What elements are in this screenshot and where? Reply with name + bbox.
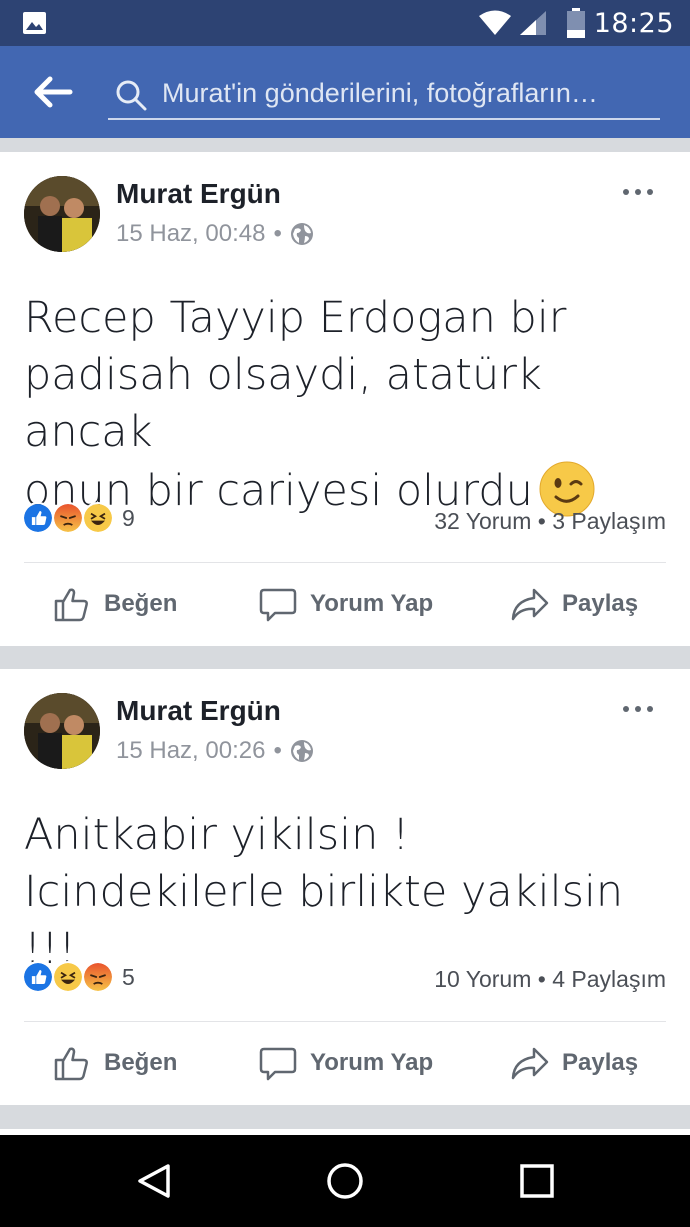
feed-post: Murat Ergün 15 Haz, 00:48 • Recep Tayyip…: [0, 152, 690, 646]
wifi-icon: [479, 10, 511, 35]
back-triangle-icon[interactable]: [134, 1161, 174, 1201]
comment-label: Yorum Yap: [310, 590, 434, 617]
reaction-summary[interactable]: 5: [22, 961, 135, 993]
share-label: Paylaş: [562, 1049, 639, 1076]
share-count[interactable]: 3 Paylaşım: [552, 508, 666, 534]
share-arrow-icon: [511, 1047, 549, 1080]
post-actions: Beğen Yorum Yap Paylaş: [0, 569, 690, 639]
post-stats[interactable]: 32 Yorum • 3 Paylaşım: [434, 508, 666, 535]
post-author[interactable]: Murat Ergün: [116, 178, 281, 210]
post-date[interactable]: 15 Haz, 00:26: [116, 737, 265, 765]
battery-icon: [567, 8, 585, 38]
share-button[interactable]: Paylaş: [510, 1040, 638, 1086]
globe-icon: [290, 223, 313, 245]
thumbs-up-icon: [54, 588, 88, 622]
share-button[interactable]: Paylaş: [510, 581, 638, 627]
search-icon: [116, 80, 147, 111]
post-text-line: Recep Tayyip Erdogan bir: [24, 293, 567, 343]
comment-bubble-icon: [259, 588, 297, 622]
back-arrow-icon[interactable]: [30, 74, 74, 110]
post-text-line: padisah olsaydi, atatürk ancak: [24, 350, 542, 457]
comment-button[interactable]: Yorum Yap: [258, 1040, 433, 1086]
share-arrow-icon: [511, 588, 549, 621]
avatar[interactable]: [24, 176, 100, 252]
avatar[interactable]: [24, 693, 100, 769]
thumbs-up-icon: [54, 1047, 88, 1081]
divider: [24, 1021, 666, 1022]
search-input[interactable]: Murat'in gönderilerini, fotoğrafların…: [108, 68, 660, 120]
like-label: Beğen: [104, 1049, 178, 1076]
comment-count[interactable]: 32 Yorum: [434, 508, 531, 534]
reaction-summary[interactable]: 9: [22, 502, 135, 534]
status-time: 18:25: [593, 8, 674, 39]
comment-button[interactable]: Yorum Yap: [258, 581, 433, 627]
share-count[interactable]: 4 Paylaşım: [552, 966, 666, 992]
post-author[interactable]: Murat Ergün: [116, 695, 281, 727]
like-reaction-icon: [22, 502, 54, 534]
post-stats[interactable]: 10 Yorum • 4 Paylaşım: [434, 966, 666, 993]
status-bar: 18:25: [0, 0, 690, 46]
divider: [24, 562, 666, 563]
share-label: Paylaş: [562, 590, 639, 617]
like-reaction-icon: [22, 961, 54, 993]
like-button[interactable]: Beğen: [52, 1040, 177, 1086]
post-date[interactable]: 15 Haz, 00:48: [116, 220, 265, 248]
search-placeholder: Murat'in gönderilerini, fotoğrafların…: [162, 78, 598, 108]
recents-square-icon[interactable]: [517, 1161, 557, 1201]
signal-icon: [520, 11, 546, 35]
home-circle-icon[interactable]: [325, 1161, 365, 1201]
app-bar: Murat'in gönderilerini, fotoğrafların…: [0, 46, 690, 138]
like-label: Beğen: [104, 590, 178, 617]
post-text: Recep Tayyip Erdogan bir padisah olsaydi…: [24, 290, 674, 520]
post-text: Anitkabir yikilsin ! Icindekilerle birli…: [24, 807, 674, 978]
system-nav-bar: [0, 1135, 690, 1227]
post-text-line: Anitkabir yikilsin !: [24, 810, 410, 860]
post-actions: Beğen Yorum Yap Paylaş: [0, 1028, 690, 1098]
reaction-count: 9: [122, 504, 135, 531]
angry-reaction-icon: [52, 502, 84, 534]
comment-label: Yorum Yap: [310, 1049, 434, 1076]
globe-icon: [290, 740, 313, 762]
like-button[interactable]: Beğen: [52, 581, 177, 627]
more-options-icon[interactable]: [618, 697, 658, 721]
haha-reaction-icon: [52, 961, 84, 993]
comment-count[interactable]: 10 Yorum: [434, 966, 531, 992]
post-meta: 15 Haz, 00:26 •: [116, 737, 314, 765]
angry-reaction-icon: [82, 961, 114, 993]
feed-post: Murat Ergün 15 Haz, 00:26 • Anitkabir yi…: [0, 669, 690, 1105]
meta-separator: •: [273, 220, 282, 247]
stats-separator: •: [537, 508, 546, 534]
meta-separator: •: [273, 737, 282, 764]
gallery-icon: [23, 12, 46, 34]
reaction-count: 5: [122, 963, 135, 990]
more-options-icon[interactable]: [618, 180, 658, 204]
stats-separator: •: [537, 966, 546, 992]
post-meta: 15 Haz, 00:48 •: [116, 220, 314, 248]
comment-bubble-icon: [259, 1047, 297, 1081]
haha-reaction-icon: [82, 502, 114, 534]
